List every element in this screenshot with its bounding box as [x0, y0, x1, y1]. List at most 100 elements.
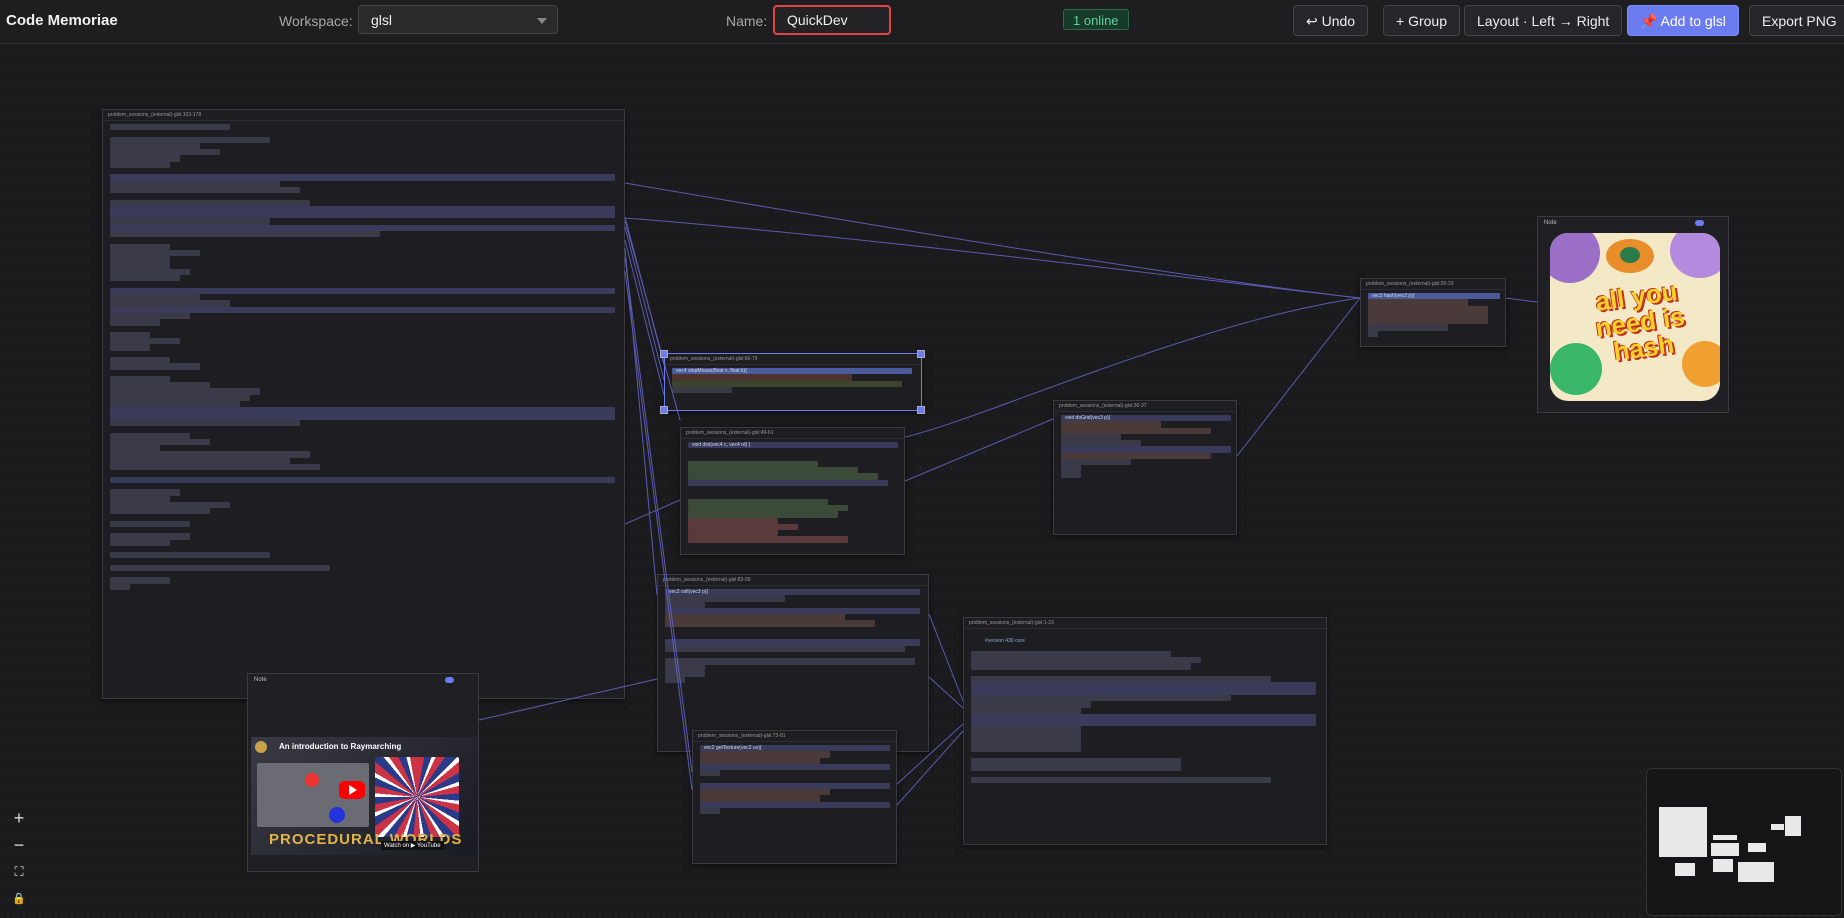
- add-group-button[interactable]: + Group: [1383, 5, 1460, 36]
- chevron-down-icon: [537, 18, 547, 24]
- code-node-texture[interactable]: problem_sessions_(external)-glsl:73-81 v…: [692, 730, 897, 864]
- code-line: [110, 533, 190, 540]
- minimap-node: [1785, 816, 1801, 836]
- thumbnail-art: [375, 757, 459, 837]
- code-line: [110, 161, 170, 169]
- undo-button[interactable]: ↩ Undo: [1293, 5, 1369, 36]
- name-label: Name:: [726, 13, 768, 29]
- code-line: [110, 319, 160, 326]
- code-line: [110, 243, 170, 250]
- code-line: [110, 306, 615, 313]
- code-line: [110, 577, 170, 584]
- code-line: [110, 363, 200, 370]
- code-line: [110, 136, 270, 143]
- zoom-in-button[interactable]: +: [4, 806, 34, 830]
- code-body: vec2 hash(vec2 p){: [1361, 290, 1505, 338]
- node-title: problem_sessions_(external)-glsl:20-23: [1361, 279, 1505, 290]
- code-line: [110, 231, 380, 238]
- workspace-value: glsl: [371, 12, 393, 28]
- minimap[interactable]: [1646, 768, 1842, 916]
- workspace-select[interactable]: glsl: [358, 5, 558, 34]
- node-title: problem_sessions_(external)-glsl:30-37: [1054, 401, 1236, 412]
- app-title: Code Memoriae: [6, 12, 118, 29]
- resize-handle[interactable]: [660, 406, 668, 414]
- minimap-node: [1771, 824, 1784, 830]
- code-line: [110, 388, 260, 395]
- code-node-grid[interactable]: problem_sessions_(external)-glsl:30-37 v…: [1053, 400, 1237, 535]
- code-line: [110, 174, 615, 181]
- note-badge: [445, 677, 454, 683]
- code-body: void dist(vec4 c, vec4 rd) {: [681, 439, 904, 543]
- minimap-node: [1659, 807, 1707, 857]
- note-title: Note: [254, 677, 267, 683]
- code-body: void doGrid(vec3 p){: [1054, 412, 1236, 478]
- code-line: [110, 520, 190, 527]
- thumbnail-scene: [257, 763, 369, 827]
- node-title: problem_sessions_(external)-glsl:1-23: [964, 618, 1326, 629]
- code-line: [110, 407, 615, 414]
- node-title: problem_sessions_(external)-glsl:83-99: [658, 575, 928, 586]
- code-line: [110, 256, 170, 263]
- node-title: problem_sessions_(external)-glsl:103-178: [103, 110, 624, 121]
- layout-button[interactable]: Layout · Left → Right: [1464, 5, 1623, 36]
- export-png-button[interactable]: Export PNG: [1749, 5, 1844, 36]
- code-line: [110, 155, 180, 162]
- code-node-dist[interactable]: problem_sessions_(external)-glsl:49-61 v…: [680, 427, 905, 555]
- workspace-label: Workspace:: [279, 13, 353, 29]
- code-body: vec4 stepMouse(float x, float k){: [665, 365, 921, 394]
- minimap-node: [1748, 843, 1766, 852]
- resize-handle[interactable]: [660, 350, 668, 358]
- top-toolbar: Code Memoriae Workspace: glsl Name: 1 on…: [0, 0, 1844, 44]
- fit-view-button[interactable]: ⛶: [4, 860, 34, 884]
- code-line: [110, 552, 270, 559]
- note-badge: [1695, 220, 1704, 226]
- code-node-cell[interactable]: problem_sessions_(external)-glsl:83-99 v…: [657, 574, 929, 752]
- node-title: problem_sessions_(external)-glsl:66-79: [665, 354, 921, 365]
- minimap-node: [1675, 863, 1695, 876]
- code-line: [110, 451, 310, 458]
- code-line: [110, 508, 210, 515]
- code-node-hash[interactable]: problem_sessions_(external)-glsl:20-23 v…: [1360, 278, 1506, 347]
- code-line: [110, 199, 310, 206]
- minimap-node: [1738, 862, 1774, 882]
- watch-on-youtube[interactable]: Watch on ▶ YouTube: [381, 841, 444, 850]
- add-to-workspace-button[interactable]: 📌 Add to glsl: [1627, 5, 1739, 36]
- name-input[interactable]: [773, 5, 891, 35]
- graph-canvas[interactable]: problem_sessions_(external)-glsl:103-178…: [0, 44, 1844, 918]
- code-line: [110, 564, 330, 572]
- code-body: vec2 cell(vec3 p){: [658, 586, 928, 684]
- code-line: [110, 464, 320, 471]
- code-line: [110, 300, 230, 307]
- video-title: An introduction to Raymarching: [279, 742, 402, 751]
- image-note[interactable]: Note all you need is hash: [1537, 216, 1729, 413]
- resize-handle[interactable]: [917, 350, 925, 358]
- code-line: [110, 218, 270, 225]
- code-line: [110, 432, 190, 439]
- code-node-uniforms[interactable]: problem_sessions_(external)-glsl:1-23 #v…: [963, 617, 1327, 845]
- code-line: [110, 262, 170, 269]
- code-node-main[interactable]: problem_sessions_(external)-glsl:103-178: [102, 109, 625, 699]
- code-line: [110, 124, 230, 131]
- code-line: [110, 186, 300, 194]
- minimap-node: [1713, 835, 1737, 840]
- code-line: [110, 495, 170, 502]
- code-line: [110, 583, 130, 590]
- node-title: problem_sessions_(external)-glsl:73-81: [693, 731, 896, 742]
- code-line: void dist(vec4 c, vec4 rd) {: [688, 442, 898, 449]
- poster-image: all you need is hash: [1550, 233, 1720, 401]
- video-thumbnail[interactable]: An introduction to Raymarching PROCEDURA…: [251, 737, 477, 855]
- lock-button[interactable]: 🔒: [4, 887, 34, 911]
- code-line: #version 430 core: [985, 638, 1025, 645]
- code-line: [110, 476, 615, 483]
- play-icon[interactable]: [339, 781, 365, 799]
- code-line: [110, 275, 180, 282]
- code-node-smooth[interactable]: problem_sessions_(external)-glsl:66-79 v…: [664, 353, 922, 411]
- code-body: vec2 getTexture(vec2 uv){: [693, 742, 896, 815]
- code-line: vec2 cell(vec3 p){: [665, 589, 920, 596]
- video-note[interactable]: Note An introduction to Raymarching PROC…: [247, 673, 479, 872]
- minimap-node: [1711, 843, 1739, 856]
- resize-handle[interactable]: [917, 406, 925, 414]
- zoom-out-button[interactable]: −: [4, 833, 34, 857]
- code-line: [110, 539, 170, 546]
- code-line: [110, 489, 180, 496]
